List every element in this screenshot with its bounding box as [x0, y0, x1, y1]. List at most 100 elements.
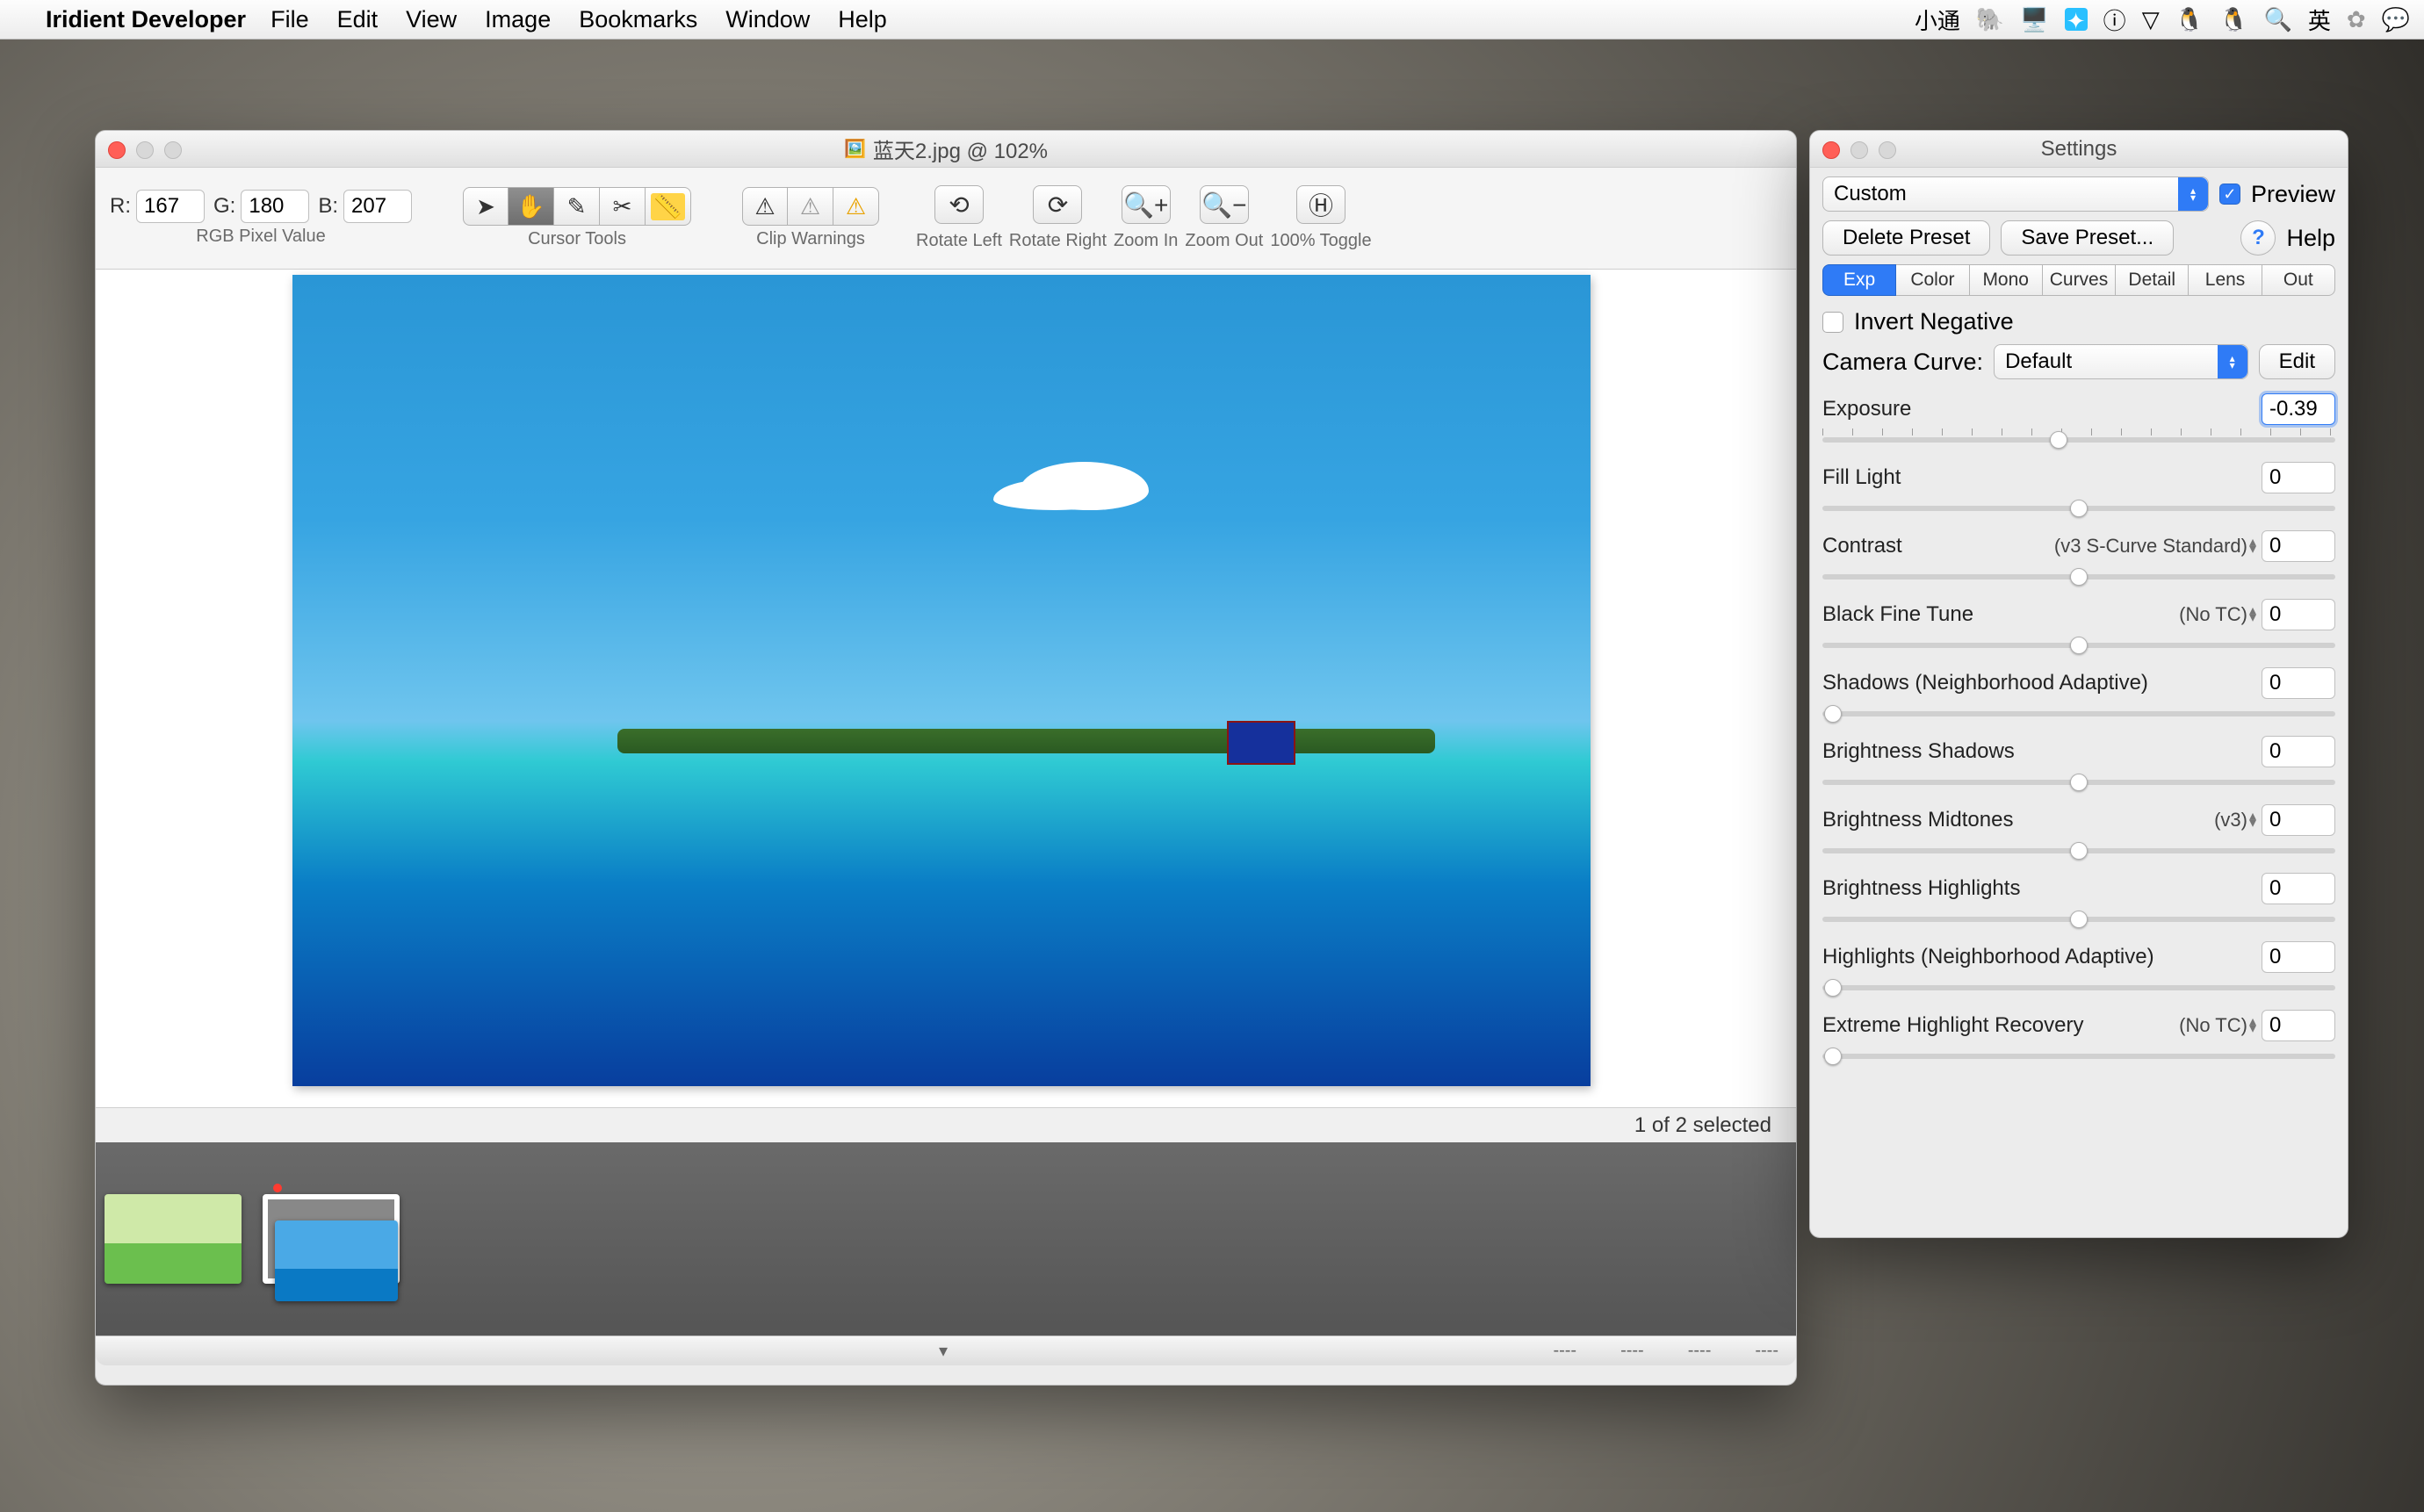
slider-thumb[interactable]: [2070, 637, 2088, 654]
param-slider[interactable]: [1822, 771, 2335, 790]
document-titlebar[interactable]: 🖼️ 蓝天2.jpg @ 102%: [96, 131, 1796, 168]
dropdown-icon[interactable]: ▾: [939, 1340, 948, 1362]
app-status-icon[interactable]: ✦: [2065, 8, 2088, 31]
slider-thumb[interactable]: [1824, 705, 1842, 723]
slider-thumb[interactable]: [2070, 568, 2088, 586]
tab-color[interactable]: Color: [1896, 264, 1969, 296]
stepper-icon[interactable]: ▴▾: [2249, 1019, 2256, 1033]
param-slider[interactable]: [1822, 497, 2335, 516]
filmstrip[interactable]: [96, 1142, 1796, 1336]
param-slider[interactable]: [1822, 565, 2335, 585]
preset-select[interactable]: Custom ▴▾: [1822, 176, 2209, 212]
tab-lens[interactable]: Lens: [2189, 264, 2262, 296]
settings-close-button[interactable]: [1822, 141, 1840, 159]
slider-thumb[interactable]: [1824, 1048, 1842, 1065]
settings-zoom-button[interactable]: [1879, 141, 1896, 159]
slider-thumb[interactable]: [2050, 431, 2067, 449]
status-text[interactable]: 小通: [1915, 4, 1960, 36]
eyedropper-tool[interactable]: ✎: [554, 187, 600, 226]
app-menu[interactable]: Iridient Developer: [46, 6, 246, 33]
toggle-100-button[interactable]: Ⓗ: [1296, 185, 1345, 224]
param-slider[interactable]: [1822, 702, 2335, 722]
param-slider[interactable]: [1822, 1045, 2335, 1064]
edit-camera-curve-button[interactable]: Edit: [2259, 344, 2335, 379]
menu-help[interactable]: Help: [838, 6, 887, 33]
param-slider[interactable]: [1822, 634, 2335, 653]
param-value-input[interactable]: [2262, 941, 2335, 973]
param-value-input[interactable]: [2262, 530, 2335, 562]
thumbnail-2-selected[interactable]: [263, 1194, 400, 1284]
tab-mono[interactable]: Mono: [1970, 264, 2043, 296]
slider-thumb[interactable]: [2070, 774, 2088, 791]
stepper-icon[interactable]: ▴▾: [2249, 539, 2256, 553]
thumbnail-1[interactable]: [105, 1194, 242, 1284]
param-slider[interactable]: [1822, 976, 2335, 996]
image-preview[interactable]: [292, 275, 1591, 1086]
help-icon-button[interactable]: ?: [2240, 220, 2276, 256]
shield-icon[interactable]: ▽: [2142, 6, 2160, 33]
camera-curve-select[interactable]: Default ▴▾: [1994, 344, 2248, 379]
penguin-icon[interactable]: 🐧: [2175, 6, 2204, 33]
tab-exp[interactable]: Exp: [1822, 264, 1896, 296]
preview-checkbox[interactable]: ✓: [2219, 184, 2240, 205]
minimize-button[interactable]: [136, 141, 154, 159]
leaf-icon[interactable]: ✿: [2347, 6, 2366, 33]
param-value-input[interactable]: [2262, 736, 2335, 767]
rotate-right-button[interactable]: ⟳: [1033, 185, 1082, 224]
zoom-out-button[interactable]: 🔍−: [1200, 185, 1249, 224]
zoom-in-button[interactable]: 🔍+: [1122, 185, 1171, 224]
clip-shadows-button[interactable]: ⚠: [742, 187, 788, 226]
menu-window[interactable]: Window: [725, 6, 810, 33]
display-icon[interactable]: 🖥️: [2020, 6, 2048, 33]
invert-negative-checkbox[interactable]: [1822, 312, 1843, 333]
param-value-input[interactable]: [2262, 462, 2335, 493]
canvas-area[interactable]: [96, 270, 1796, 1107]
slider-thumb[interactable]: [2070, 500, 2088, 517]
slider-thumb[interactable]: [2070, 842, 2088, 860]
param-label: Brightness Shadows: [1822, 739, 2015, 764]
slider-thumb[interactable]: [1824, 979, 1842, 997]
tab-out[interactable]: Out: [2262, 264, 2335, 296]
clip-highlights-button[interactable]: ⚠: [788, 187, 833, 226]
menu-view[interactable]: View: [406, 6, 457, 33]
stepper-icon[interactable]: ▴▾: [2249, 608, 2256, 622]
wechat-icon[interactable]: 💬: [2382, 6, 2410, 33]
param-slider[interactable]: [1822, 908, 2335, 927]
param-value-input[interactable]: [2262, 667, 2335, 699]
hand-tool[interactable]: ✋: [509, 187, 554, 226]
delete-preset-button[interactable]: Delete Preset: [1822, 220, 1990, 256]
tab-detail[interactable]: Detail: [2116, 264, 2189, 296]
param-value-input[interactable]: [2262, 599, 2335, 630]
arrow-tool[interactable]: ➤: [463, 187, 509, 226]
rgb-g-input[interactable]: [241, 190, 309, 223]
save-preset-button[interactable]: Save Preset...: [2001, 220, 2174, 256]
rgb-r-input[interactable]: [136, 190, 205, 223]
zoom-button[interactable]: [164, 141, 182, 159]
input-source[interactable]: 英: [2308, 4, 2331, 36]
rotate-left-button[interactable]: ⟲: [934, 185, 984, 224]
crop-tool[interactable]: ✂: [600, 187, 646, 226]
slider-thumb[interactable]: [2070, 911, 2088, 928]
settings-minimize-button[interactable]: [1850, 141, 1868, 159]
penguin-icon-2[interactable]: 🐧: [2219, 6, 2247, 33]
menu-bookmarks[interactable]: Bookmarks: [579, 6, 697, 33]
param-value-input[interactable]: [2262, 1010, 2335, 1041]
clip-saturation-button[interactable]: ⚠: [833, 187, 879, 226]
measure-tool[interactable]: 📏: [646, 187, 691, 226]
menu-edit[interactable]: Edit: [337, 6, 379, 33]
param-slider[interactable]: [1822, 428, 2335, 448]
search-icon[interactable]: 🔍: [2263, 6, 2291, 33]
elephant-icon[interactable]: 🐘: [1976, 6, 2004, 33]
menu-image[interactable]: Image: [485, 6, 551, 33]
stepper-icon[interactable]: ▴▾: [2249, 813, 2256, 827]
close-button[interactable]: [108, 141, 126, 159]
param-value-input[interactable]: [2262, 873, 2335, 904]
param-value-input[interactable]: [2262, 804, 2335, 836]
tab-curves[interactable]: Curves: [2043, 264, 2116, 296]
menu-file[interactable]: File: [271, 6, 309, 33]
info-icon[interactable]: ⓘ: [2103, 4, 2126, 36]
param-value-input[interactable]: [2262, 393, 2335, 425]
settings-titlebar[interactable]: Settings: [1810, 131, 2348, 168]
rgb-b-input[interactable]: [343, 190, 412, 223]
param-slider[interactable]: [1822, 839, 2335, 859]
